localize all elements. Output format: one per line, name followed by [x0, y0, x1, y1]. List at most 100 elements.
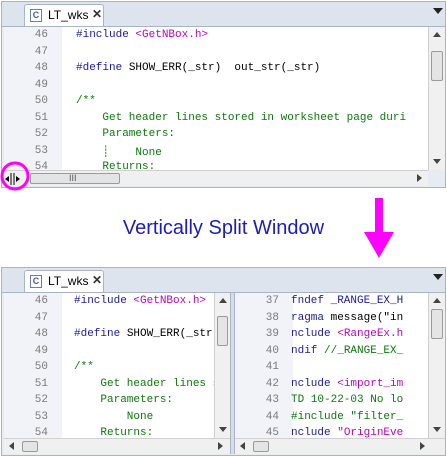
code-line: ndif //_RANGE_EX_ — [291, 345, 403, 357]
code-line: nclude "OriginEve — [291, 427, 403, 438]
code-token: message("in — [330, 311, 404, 324]
code-token: nclude — [291, 377, 338, 390]
top-code-pane[interactable]: 46 47 48 49 50 51 52 53 54 #include <GetNBox.h> #… — [4, 27, 428, 170]
line-number: 51 — [34, 377, 48, 390]
line-number: 39 — [265, 328, 279, 340]
scroll-up-arrow-icon[interactable] — [219, 298, 227, 303]
line-number: 52 — [34, 394, 48, 406]
scroll-right-arrow-icon[interactable] — [218, 442, 223, 450]
code-line: fndef _RANGE_EX_H — [291, 295, 403, 307]
code-token: <GetNBox.h> — [133, 295, 207, 307]
line-number: 48 — [34, 328, 48, 340]
left-vertical-scrollbar[interactable] — [214, 293, 230, 438]
line-number: 46 — [34, 29, 48, 41]
code-line: Get header lines stored in worksheet pag… — [76, 112, 406, 124]
left-code-pane[interactable]: 46 47 48 49 50 51 52 53 54 #include <GetNBox.h> #… — [4, 293, 214, 438]
top-horizontal-scrollbar[interactable]: III — [4, 170, 428, 186]
right-horizontal-scrollbar[interactable] — [235, 438, 445, 454]
code-token: #define — [74, 328, 127, 340]
line-number: 38 — [265, 311, 279, 324]
line-number: 47 — [34, 45, 48, 58]
line-number: 43 — [265, 394, 279, 406]
code-token: Returns: — [74, 427, 154, 438]
line-number: 54 — [34, 427, 48, 438]
code-token: <GetNBox.h> — [135, 29, 209, 41]
tab-close-icon[interactable]: ✕ — [92, 273, 102, 287]
line-number: 45 — [265, 427, 279, 438]
code-token: ┊ None — [76, 146, 162, 159]
code-line: #include <GetNBox.h> — [76, 29, 208, 41]
line-number: 51 — [34, 111, 48, 124]
code-token: TD 10-22-03 No lo — [291, 394, 404, 406]
scroll-left-arrow-icon[interactable] — [9, 442, 14, 450]
code-token: Parameters: — [74, 394, 174, 406]
tab-close-icon[interactable]: ✕ — [92, 7, 102, 21]
tab-label: LT_wks — [48, 8, 89, 22]
line-number: 46 — [34, 295, 48, 307]
tab-lt-wks[interactable]: C LT_wks ✕ — [24, 270, 104, 292]
code-line: /** — [74, 361, 94, 373]
line-number: 50 — [34, 361, 48, 373]
horizontal-scroll-thumb[interactable] — [253, 441, 269, 452]
code-token: Get header lines s — [74, 377, 214, 390]
scroll-right-arrow-icon[interactable] — [417, 174, 422, 182]
top-editor-window: C LT_wks ✕ 46 47 48 49 50 51 52 53 54 #include <… — [1, 1, 446, 188]
down-arrow-icon — [364, 198, 394, 258]
scroll-up-arrow-icon[interactable] — [433, 32, 441, 37]
code-line: ragma message("in — [291, 312, 403, 324]
code-line: #include <GetNBox.h> — [74, 295, 206, 307]
line-number: 37 — [265, 295, 279, 307]
scroll-up-arrow-icon[interactable] — [433, 298, 441, 303]
tab-label: LT_wks — [48, 274, 89, 288]
scroll-down-arrow-icon[interactable] — [433, 159, 441, 164]
line-number: 52 — [34, 128, 48, 140]
splitter-highlight-circle — [0, 161, 30, 191]
right-vertical-scrollbar[interactable] — [428, 293, 445, 438]
line-number: 47 — [34, 311, 48, 324]
c-file-icon: C — [30, 275, 42, 288]
code-line: nclude <import_im — [291, 378, 403, 390]
line-number: 42 — [265, 377, 279, 390]
horizontal-scroll-thumb[interactable] — [22, 441, 38, 452]
code-token: nclude — [291, 328, 338, 340]
code-token: //_RANGE_EX_ — [324, 344, 404, 357]
code-token: ndif — [291, 344, 325, 357]
code-token: Parameters: — [76, 128, 176, 140]
top-vertical-scrollbar[interactable] — [428, 27, 445, 170]
vertical-scroll-thumb[interactable] — [431, 51, 443, 81]
window-list-dropdown-icon[interactable] — [433, 274, 443, 280]
code-line: Returns: — [74, 427, 153, 438]
scroll-grip-icon: III — [69, 173, 77, 183]
vertical-scroll-thumb[interactable] — [431, 309, 443, 339]
code-line: ┊ None — [76, 145, 162, 159]
right-code-pane[interactable]: 37 38 39 40 41 42 43 44 45 fndef _RANGE_EX_H ragm… — [235, 293, 428, 438]
scroll-down-arrow-icon[interactable] — [433, 427, 441, 432]
code-line: Parameters: — [76, 128, 175, 140]
line-number: 40 — [265, 344, 279, 357]
code-token: /** — [76, 95, 96, 107]
scroll-down-arrow-icon[interactable] — [219, 427, 227, 432]
tab-lt-wks[interactable]: C LT_wks ✕ — [24, 4, 104, 26]
scroll-right-arrow-icon[interactable] — [420, 442, 425, 450]
code-token: #include — [74, 295, 134, 307]
code-token: #define — [76, 62, 129, 74]
code-line: Get header lines s — [74, 378, 214, 390]
code-token: Get header lines stored in worksheet pag… — [76, 111, 407, 124]
code-line: None — [74, 411, 153, 423]
code-line: nclude <RangeEx.h — [291, 328, 403, 340]
code-line: /** — [76, 95, 96, 107]
scroll-left-arrow-icon[interactable] — [240, 442, 245, 450]
code-line: Returns: — [76, 161, 155, 170]
line-number: 49 — [34, 78, 48, 91]
bottom-editor-window: C LT_wks ✕ 46 47 48 49 50 51 52 53 54 #include <… — [1, 267, 446, 456]
line-number: 48 — [34, 62, 48, 74]
code-token: SHOW_ERR(_str) out_str(_str) — [128, 62, 321, 74]
vertical-scroll-thumb[interactable] — [217, 316, 228, 346]
left-horizontal-scrollbar[interactable] — [4, 438, 230, 454]
bottom-tab-strip: C LT_wks ✕ — [2, 268, 445, 293]
code-token: /** — [74, 361, 94, 373]
line-number: 53 — [34, 144, 48, 157]
window-list-dropdown-icon[interactable] — [433, 8, 443, 14]
code-token: SHOW_ERR(_str) — [126, 328, 214, 340]
code-token: fndef _RANGE_EX_H — [291, 295, 404, 307]
